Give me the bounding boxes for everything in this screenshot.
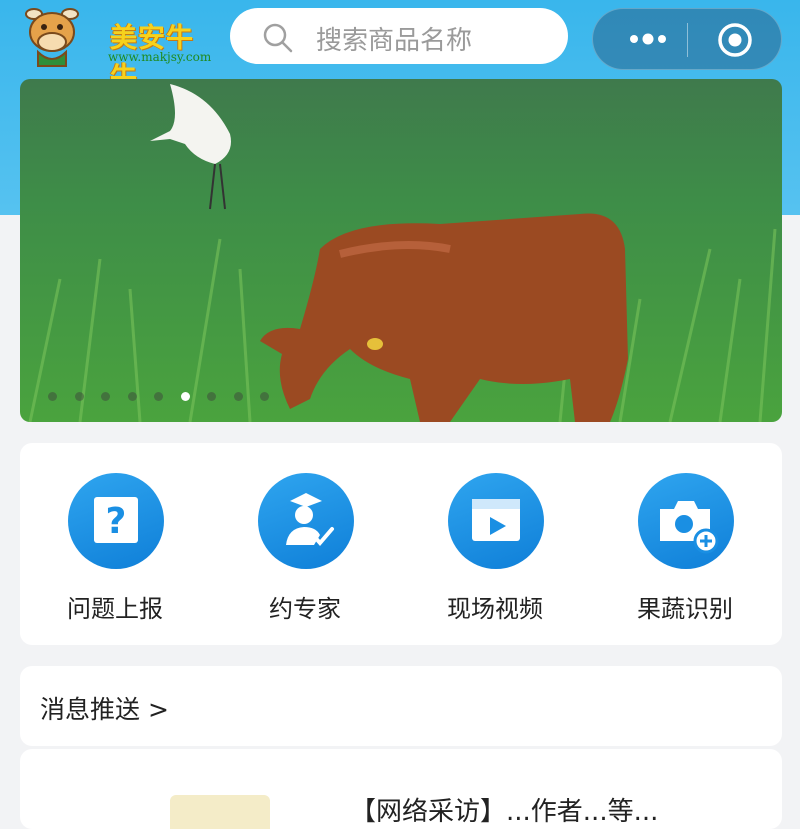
search-icon (263, 23, 293, 53)
question-report-icon: ? (68, 473, 164, 569)
carousel-dot[interactable] (233, 392, 243, 401)
svg-text:?: ? (106, 501, 127, 542)
search-placeholder: 搜索商品名称 (316, 26, 473, 56)
carousel-dot[interactable] (260, 392, 269, 401)
carousel-indicators (20, 392, 782, 404)
camera-add-icon (638, 473, 734, 569)
message-push-title[interactable]: 消息推送 > (40, 690, 169, 726)
carousel-dot[interactable] (154, 392, 163, 401)
menu-item-video[interactable]: 现场视频 (400, 473, 590, 623)
more-dots-icon[interactable] (613, 19, 683, 59)
menu-label: 问题上报 (67, 595, 163, 623)
search-input[interactable]: 搜索商品名称 (230, 8, 568, 64)
target-circle-icon[interactable] (717, 22, 753, 58)
menu-item-expert[interactable]: 约专家 (210, 473, 400, 623)
menu-label: 果蔬识别 (637, 595, 733, 623)
news-list-card[interactable]: 【网络采访】...作者...等... (20, 749, 782, 829)
carousel-dot[interactable] (207, 392, 216, 401)
carousel-dot-active[interactable] (180, 392, 190, 401)
menu-item-recognize[interactable]: 果蔬识别 (590, 473, 780, 623)
function-menu-card: ? 问题上报 约专家 现场视频 果蔬识别 (20, 443, 782, 645)
menu-label: 约专家 (269, 595, 341, 623)
banner-carousel[interactable] (20, 79, 782, 422)
capsule-divider (687, 23, 688, 57)
carousel-dot[interactable] (48, 392, 57, 401)
carousel-dot[interactable] (74, 392, 84, 401)
banner-image (20, 79, 782, 422)
cow-mascot-icon (25, 8, 79, 67)
video-icon (448, 473, 544, 569)
miniprogram-capsule (592, 8, 782, 70)
news-thumbnail (170, 795, 270, 829)
menu-label: 现场视频 (447, 595, 543, 623)
menu-item-report[interactable]: ? 问题上报 (20, 473, 210, 623)
message-push-card[interactable]: 消息推送 > (20, 666, 782, 746)
news-item-title[interactable]: 【网络采访】...作者...等... (350, 791, 658, 828)
carousel-dot[interactable] (101, 392, 110, 401)
carousel-dot[interactable] (127, 392, 137, 401)
logo-url: www.makjsy.com (108, 50, 212, 64)
expert-icon (258, 473, 354, 569)
brand-logo[interactable]: 美安牛牛 www.makjsy.com (20, 6, 211, 93)
